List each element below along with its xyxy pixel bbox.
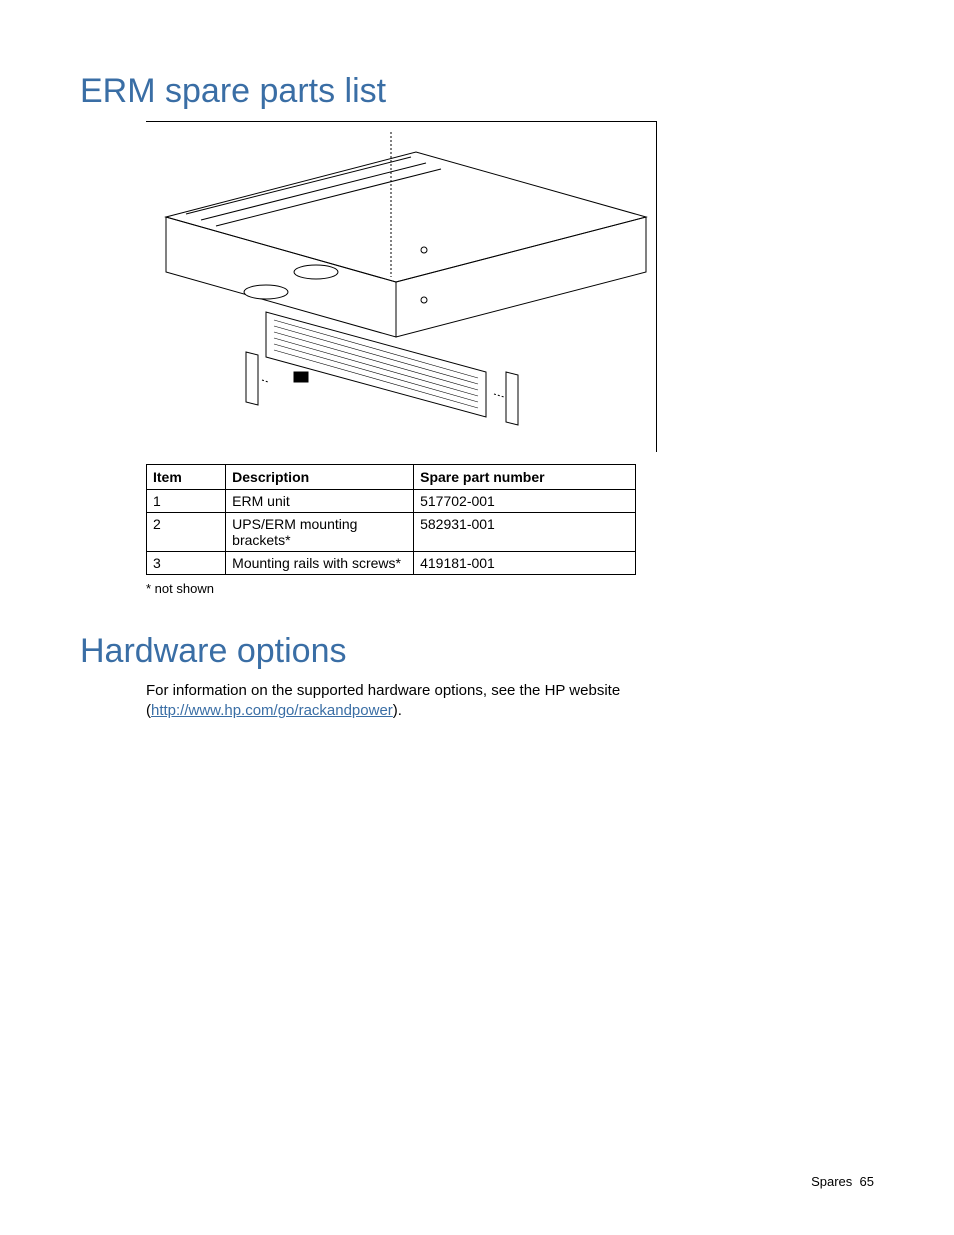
cell-spare: 582931-001 [414, 513, 636, 552]
heading-erm-spare-parts: ERM spare parts list [80, 72, 874, 111]
table-row: 1 ERM unit 517702-001 [147, 490, 636, 513]
cell-description: UPS/ERM mounting brackets* [226, 513, 414, 552]
table-row: 2 UPS/ERM mounting brackets* 582931-001 [147, 513, 636, 552]
table-header-row: Item Description Spare part number [147, 465, 636, 490]
table-footnote: * not shown [146, 581, 874, 596]
erm-diagram-svg [146, 122, 656, 452]
page-footer: Spares 65 [811, 1174, 874, 1189]
erm-exploded-diagram [146, 121, 657, 452]
cell-item: 3 [147, 552, 226, 575]
cell-item: 2 [147, 513, 226, 552]
col-header-item: Item [147, 465, 226, 490]
footer-section-label: Spares [811, 1174, 852, 1189]
footer-page-number: 65 [860, 1174, 874, 1189]
col-header-description: Description [226, 465, 414, 490]
cell-description: ERM unit [226, 490, 414, 513]
col-header-spare: Spare part number [414, 465, 636, 490]
cell-description: Mounting rails with screws* [226, 552, 414, 575]
cell-item: 1 [147, 490, 226, 513]
heading-hardware-options: Hardware options [80, 632, 874, 671]
table-row: 3 Mounting rails with screws* 419181-001 [147, 552, 636, 575]
spare-parts-table: Item Description Spare part number 1 ERM… [146, 464, 636, 575]
cell-spare: 419181-001 [414, 552, 636, 575]
cell-spare: 517702-001 [414, 490, 636, 513]
para-text-post: ). [393, 702, 402, 719]
rackandpower-link[interactable]: http://www.hp.com/go/rackandpower [151, 702, 393, 719]
hardware-options-paragraph: For information on the supported hardwar… [146, 681, 874, 722]
